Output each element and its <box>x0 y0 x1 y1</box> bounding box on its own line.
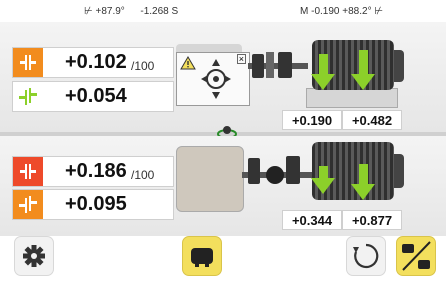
front-foot-arrow-head <box>311 74 335 90</box>
right-incl-angle: +88.2° <box>342 6 372 17</box>
right-incl-offset: -0.190 <box>311 6 340 17</box>
horizontal-back-foot-value: +0.877 <box>342 210 402 230</box>
warning-icon <box>180 56 196 70</box>
sensor-m <box>278 52 292 78</box>
sensor-s <box>252 54 264 78</box>
front-foot-arrow-head <box>311 178 335 194</box>
right-inclinometer-readout: M -0.190 +88.2° ⊬ <box>300 6 383 17</box>
horizontal-angularity-unit: /100 <box>131 168 155 182</box>
vertical-offset-value: +0.054 <box>65 85 127 107</box>
machine-view-button[interactable] <box>182 236 222 276</box>
swap-machine-icon <box>402 241 431 271</box>
back-foot-arrow <box>359 50 368 76</box>
horizontal-offset-card[interactable]: +0.095 <box>12 189 174 220</box>
angle-icon: ⊬ <box>374 6 384 17</box>
vertical-back-foot-value: +0.482 <box>342 110 402 130</box>
vertical-angularity-card[interactable]: +0.102 /100 <box>12 47 174 78</box>
settings-gear-icon <box>23 245 45 267</box>
back-foot-arrow <box>359 164 368 184</box>
settings-button[interactable] <box>14 236 54 276</box>
motor-base <box>306 88 398 108</box>
swap-machine-button[interactable] <box>396 236 436 276</box>
horizontal-offset-value: +0.095 <box>65 193 127 215</box>
warning-popup[interactable]: × <box>176 52 250 106</box>
horizontal-angularity-value: +0.186 <box>65 160 127 182</box>
motor-endcap <box>394 154 404 188</box>
angle-icon: ⊬ <box>84 6 93 17</box>
coupling <box>266 166 284 184</box>
sensor-m <box>286 156 300 184</box>
motor-endcap <box>394 50 404 82</box>
left-incl-suffix: S <box>171 6 179 17</box>
left-incl-angle: +87.9° <box>95 6 125 17</box>
offset-icon <box>13 82 43 111</box>
angularity-icon <box>13 157 43 186</box>
coupling <box>266 52 274 78</box>
right-incl-prefix: M <box>300 6 309 17</box>
left-inclinometer-readout: ⊬ +87.9° -1.268 S <box>84 6 178 17</box>
front-foot-arrow <box>319 54 328 76</box>
sensor-orientation-icon <box>201 59 231 99</box>
angularity-icon <box>13 48 43 77</box>
left-incl-offset: -1.268 <box>140 6 169 17</box>
stationary-machine-top-view <box>176 146 244 212</box>
horizontal-angularity-card[interactable]: +0.186 /100 <box>12 156 174 187</box>
machine-view-icon <box>191 248 213 267</box>
rotate-button[interactable] <box>346 236 386 276</box>
horizontal-front-foot-value: +0.344 <box>282 210 342 230</box>
vertical-angularity-unit: /100 <box>131 59 155 73</box>
sensor-s <box>248 158 260 184</box>
vertical-angularity-value: +0.102 <box>65 51 127 73</box>
vertical-front-foot-value: +0.190 <box>282 110 342 130</box>
back-foot-arrow-head <box>351 184 375 200</box>
offset-icon <box>13 190 43 219</box>
vertical-offset-card[interactable]: +0.054 <box>12 81 174 112</box>
back-foot-arrow-head <box>351 74 375 90</box>
close-icon[interactable]: × <box>236 54 246 64</box>
rotate-icon <box>353 243 379 269</box>
